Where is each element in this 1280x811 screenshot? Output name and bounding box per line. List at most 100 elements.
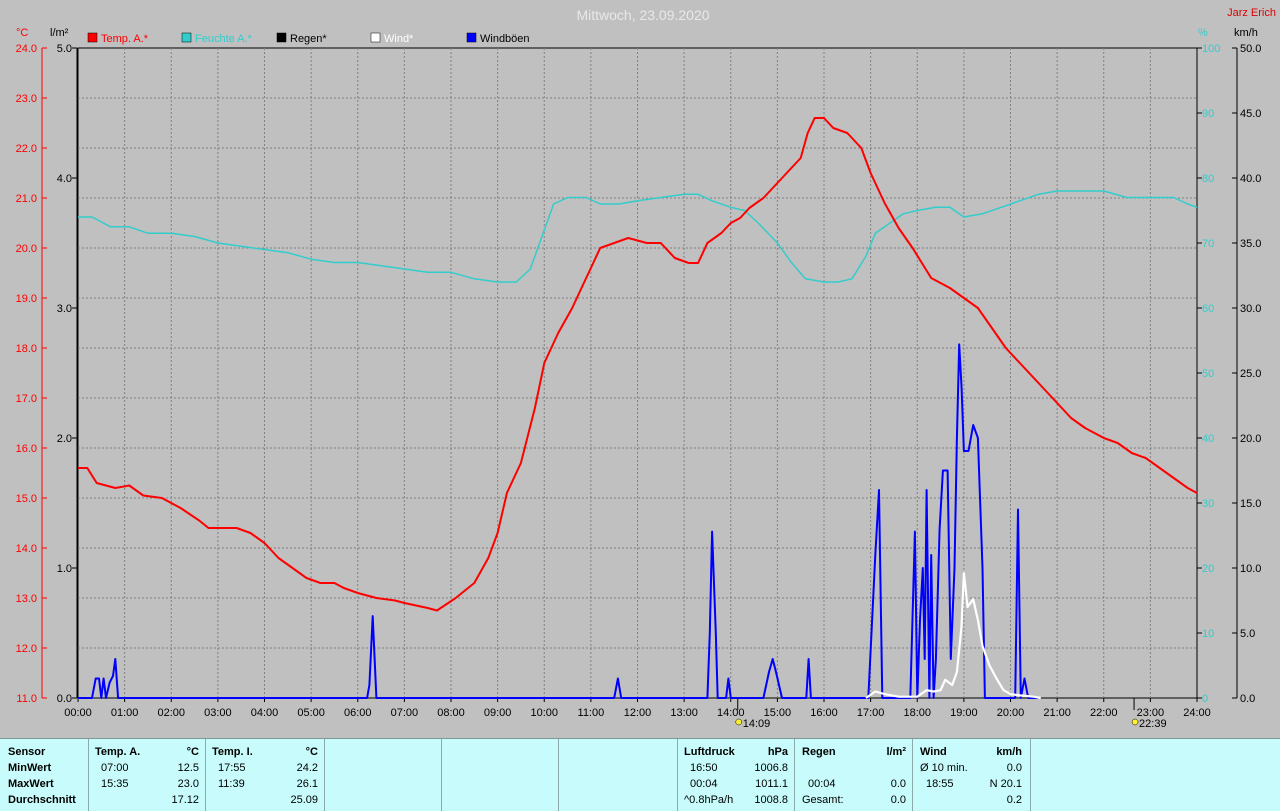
stats-rain-total-label: Gesamt: bbox=[802, 794, 844, 806]
x-tick-label: 19:00 bbox=[950, 707, 978, 719]
temp-tick-label: 24.0 bbox=[16, 43, 37, 55]
stats-temp-a-avg: 17.12 bbox=[171, 794, 199, 806]
humidity-tick-label: 100 bbox=[1202, 43, 1220, 55]
temp-tick-label: 23.0 bbox=[16, 93, 37, 105]
stats-header-temp-i: Temp. I. bbox=[212, 746, 253, 758]
temp-tick-label: 11.0 bbox=[16, 693, 37, 705]
rain-tick-label: 5.0 bbox=[57, 43, 72, 55]
stats-header-pressure: Luftdruck bbox=[684, 746, 735, 758]
stats-wind-column: Wind km/h Ø 10 min. 0.0 18:55 N 20.1 0.2 bbox=[913, 739, 1031, 811]
stats-pressure-avg: 1008.8 bbox=[754, 794, 788, 806]
x-tick-label: 04:00 bbox=[251, 707, 279, 719]
wind-tick-label: 10.0 bbox=[1240, 563, 1261, 575]
stats-pressure-max: 1011.1 bbox=[755, 778, 788, 790]
humidity-tick-label: 0 bbox=[1202, 693, 1208, 705]
stats-pressure-trend: ^0.8hPa/h bbox=[684, 794, 734, 806]
temp-axis-unit: °C bbox=[16, 27, 28, 39]
legend-swatch bbox=[370, 32, 381, 43]
stats-header-rain: Regen bbox=[802, 746, 836, 758]
x-tick-label: 12:00 bbox=[624, 707, 652, 719]
stats-temp-a-max-time: 15:35 bbox=[101, 778, 129, 790]
wind-axis-unit: km/h bbox=[1234, 27, 1258, 39]
x-tick-label: 24:00 bbox=[1183, 707, 1211, 719]
stats-rain-max: 0.0 bbox=[890, 778, 906, 790]
stats-rain-max-time: 00:04 bbox=[808, 778, 836, 790]
temp-tick-label: 20.0 bbox=[16, 243, 37, 255]
series-line-windböen bbox=[78, 343, 1039, 699]
stats-wind-avg-label: Ø 10 min. bbox=[920, 762, 968, 774]
stats-label-max: MaxWert bbox=[8, 778, 54, 790]
temp-tick-label: 17.0 bbox=[16, 393, 37, 405]
temp-tick-label: 16.0 bbox=[16, 443, 37, 455]
wind-tick-label: 0.0 bbox=[1240, 693, 1255, 705]
stats-label-avg: Durchschnitt bbox=[8, 794, 76, 806]
temp-tick-label: 22.0 bbox=[16, 143, 37, 155]
weather-chart: 11.0 12.0 13.0 14.0 15.0 16.0 17.0 18.0 19.0 20.0… bbox=[16, 7, 1276, 730]
temp-tick-label: 14.0 bbox=[16, 543, 37, 555]
x-tick-label: 18:00 bbox=[903, 707, 931, 719]
rain-tick-label: 3.0 bbox=[57, 303, 72, 315]
rain-tick-label: 0.0 bbox=[57, 693, 72, 705]
temp-tick-label: 15.0 bbox=[16, 493, 37, 505]
x-tick-label: 20:00 bbox=[997, 707, 1025, 719]
x-tick-label: 17:00 bbox=[857, 707, 885, 719]
stats-temp-a-min: 12.5 bbox=[177, 762, 199, 774]
rain-tick-label: 2.0 bbox=[57, 433, 72, 445]
temp-tick-label: 19.0 bbox=[16, 293, 37, 305]
humidity-tick-label: 10 bbox=[1202, 628, 1214, 640]
stats-wind-day-avg: 0.2 bbox=[1006, 794, 1022, 806]
x-tick-label: 22:00 bbox=[1090, 707, 1118, 719]
stats-header-wind: Wind bbox=[920, 746, 947, 758]
legend-label: Windböen bbox=[480, 33, 530, 45]
legend-swatch bbox=[466, 32, 477, 43]
x-tick-label: 02:00 bbox=[157, 707, 185, 719]
x-tick-label: 10:00 bbox=[530, 707, 558, 719]
sunrise-icon bbox=[735, 718, 742, 726]
rain-tick-label: 1.0 bbox=[57, 563, 72, 575]
stats-temp-i-max-time: 11:39 bbox=[218, 778, 245, 790]
stats-header-temp-a: Temp. A. bbox=[95, 746, 141, 758]
x-tick-label: 21:00 bbox=[1043, 707, 1071, 719]
stats-temp-a-max: 23.0 bbox=[177, 778, 199, 790]
rain-axis-unit: l/m² bbox=[50, 27, 69, 39]
legend-label: Temp. A.* bbox=[101, 33, 149, 45]
humidity-tick-label: 20 bbox=[1202, 563, 1214, 575]
temp-tick-label: 21.0 bbox=[16, 193, 37, 205]
legend-swatch bbox=[276, 32, 287, 43]
legend-swatch bbox=[87, 32, 98, 43]
marker-label: 22:39 bbox=[1139, 718, 1167, 730]
stats-header-temp-a-unit: °C bbox=[186, 746, 199, 758]
stats-rain-total: 0.0 bbox=[890, 794, 906, 806]
x-tick-label: 08:00 bbox=[437, 707, 465, 719]
wind-tick-label: 5.0 bbox=[1240, 628, 1255, 640]
x-tick-label: 16:00 bbox=[810, 707, 838, 719]
stats-temp-i-max: 26.1 bbox=[296, 778, 318, 790]
x-tick-label: 05:00 bbox=[297, 707, 325, 719]
moon-icon bbox=[1131, 718, 1139, 726]
stats-empty-column-3 bbox=[559, 739, 678, 811]
stats-empty-column-2 bbox=[442, 739, 559, 811]
x-tick-label: 06:00 bbox=[344, 707, 372, 719]
marker-label: 14:09 bbox=[743, 718, 771, 730]
stats-header-temp-i-unit: °C bbox=[305, 746, 318, 758]
stats-rain-column: Regen l/m² 00:04 0.0 Gesamt: 0.0 bbox=[795, 739, 913, 811]
wind-tick-label: 50.0 bbox=[1240, 43, 1261, 55]
humidity-tick-label: 90 bbox=[1202, 108, 1214, 120]
x-tick-label: 00:00 bbox=[64, 707, 92, 719]
humidity-tick-label: 60 bbox=[1202, 303, 1214, 315]
legend-swatch bbox=[181, 32, 192, 43]
temp-tick-label: 12.0 bbox=[16, 643, 37, 655]
stats-sensor-column: Sensor MinWert MaxWert Durchschnitt bbox=[0, 739, 89, 811]
author-label: Jarz Erich bbox=[1227, 7, 1276, 19]
wind-tick-label: 25.0 bbox=[1240, 368, 1261, 380]
wind-tick-label: 35.0 bbox=[1240, 238, 1261, 250]
stats-pressure-column: Luftdruck hPa 16:50 1006.8 00:04 1011.1 … bbox=[678, 739, 795, 811]
stats-pressure-min-time: 16:50 bbox=[690, 762, 718, 774]
stats-temp-i-avg: 25.09 bbox=[290, 794, 318, 806]
humidity-tick-label: 70 bbox=[1202, 238, 1214, 250]
legend-label: Regen* bbox=[290, 33, 327, 45]
temp-tick-label: 18.0 bbox=[16, 343, 37, 355]
wind-tick-label: 45.0 bbox=[1240, 108, 1261, 120]
humidity-tick-label: 40 bbox=[1202, 433, 1214, 445]
legend-label: Wind* bbox=[384, 33, 414, 45]
